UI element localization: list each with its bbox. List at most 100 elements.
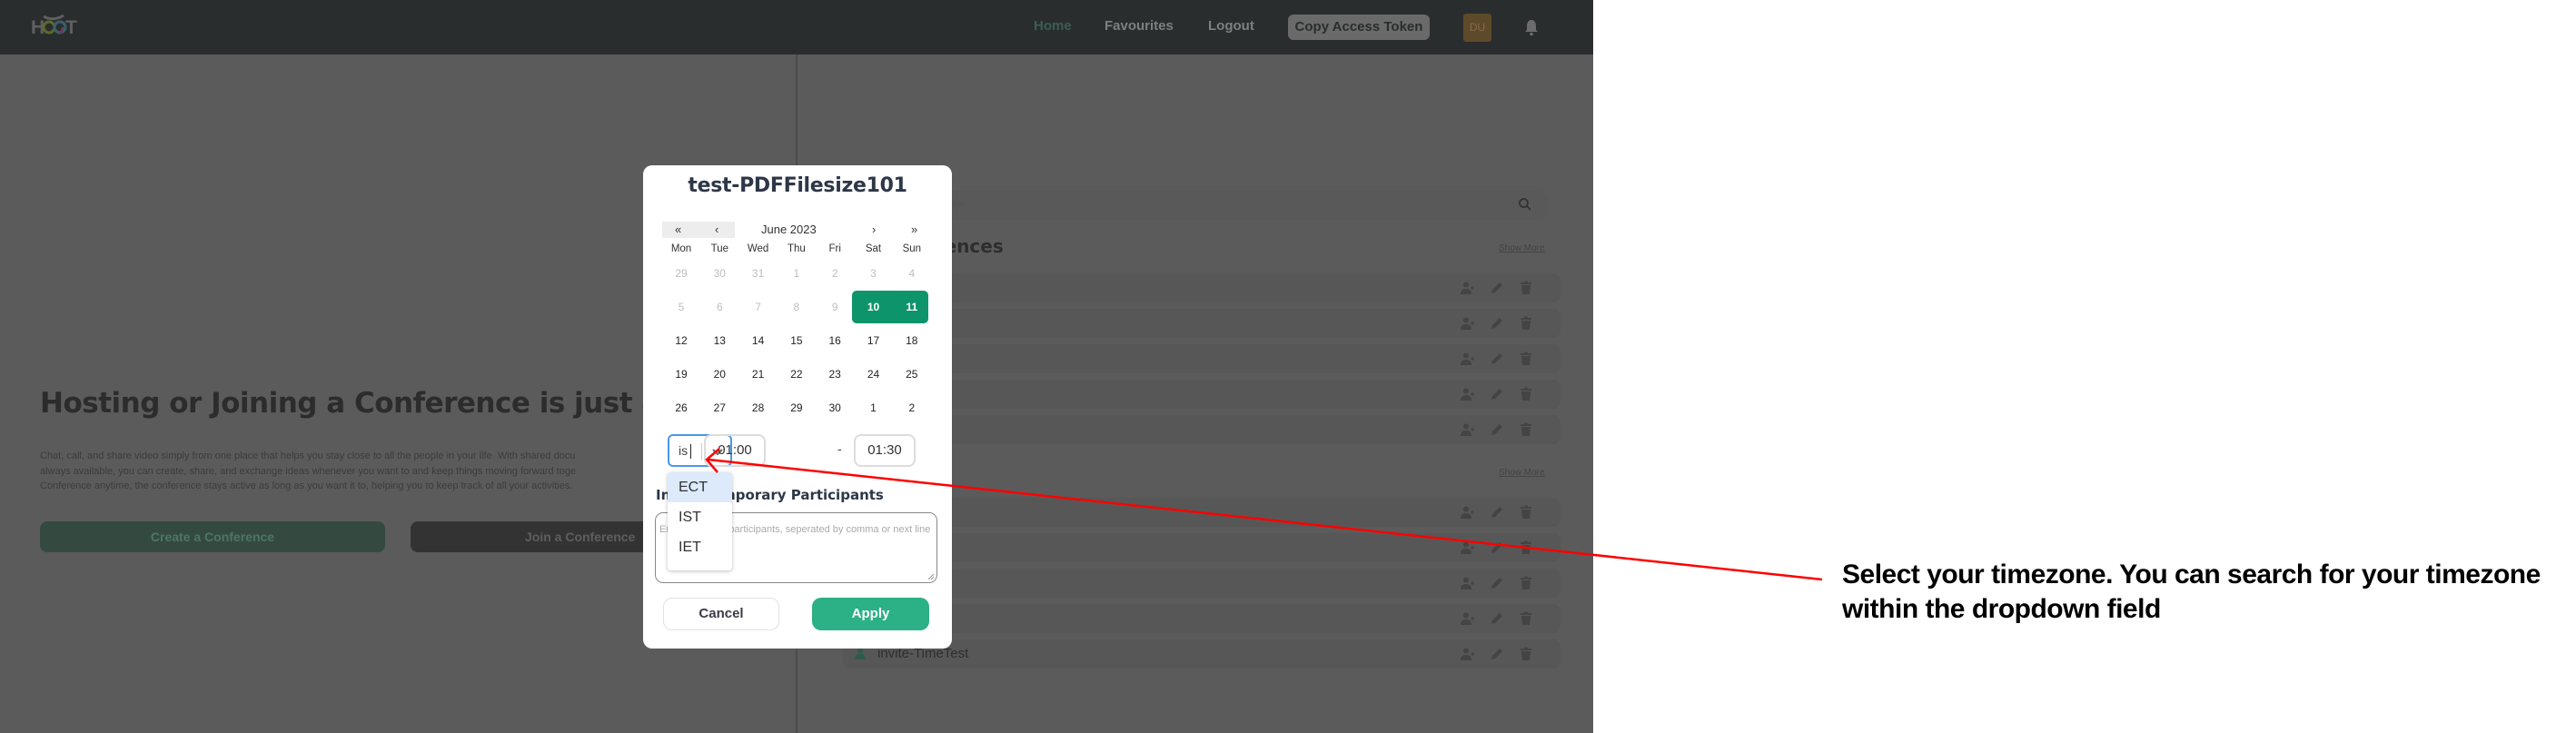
text-cursor	[690, 444, 691, 459]
start-time-value: 01:00	[718, 442, 752, 458]
calendar-day[interactable]: 17	[855, 334, 893, 347]
calendar-day[interactable]: 13	[700, 334, 738, 347]
apply-button[interactable]: Apply	[812, 598, 929, 630]
calendar-day: 30	[713, 267, 726, 280]
row-actions	[1461, 422, 1533, 437]
calendar-day[interactable]: 16	[816, 334, 854, 347]
trash-icon[interactable]	[1519, 647, 1533, 661]
add-user-icon[interactable]	[1461, 611, 1475, 626]
nav-home[interactable]: Home	[1034, 18, 1072, 34]
calendar-day-selected[interactable]: 11	[893, 301, 931, 313]
nav-favourites[interactable]: Favourites	[1105, 18, 1174, 34]
calendar-day[interactable]: 18	[893, 334, 931, 347]
bell-icon[interactable]	[1524, 18, 1539, 36]
calendar-day[interactable]: 20	[700, 368, 738, 381]
end-time-input[interactable]: 01:30	[854, 434, 916, 467]
add-user-icon[interactable]	[1461, 352, 1475, 366]
edit-pencil-icon[interactable]	[1490, 422, 1504, 437]
calendar-day[interactable]: 15	[778, 334, 816, 347]
timezone-option[interactable]: IET	[668, 532, 732, 562]
calendar-day: 9	[831, 301, 838, 313]
edit-pencil-icon[interactable]	[1490, 316, 1504, 331]
calendar-day[interactable]: 12	[662, 334, 700, 347]
trash-icon[interactable]	[1519, 540, 1533, 555]
trash-icon[interactable]	[1519, 505, 1533, 520]
navbar: H T Home Favourites Logout Copy Access T…	[0, 0, 1593, 54]
timezone-option[interactable]: ECT	[668, 472, 732, 502]
trash-icon[interactable]	[1519, 576, 1533, 590]
calendar-day[interactable]: 30	[816, 401, 854, 414]
calendar-day[interactable]: 25	[893, 368, 931, 381]
trash-icon[interactable]	[1519, 316, 1533, 331]
add-user-icon[interactable]	[1461, 422, 1475, 437]
calendar-day[interactable]: 24	[855, 368, 893, 381]
prev-month-button[interactable]: ‹	[715, 223, 718, 236]
add-user-icon[interactable]	[1461, 647, 1475, 661]
edit-pencil-icon[interactable]	[1490, 611, 1504, 626]
search-icon[interactable]	[1518, 197, 1532, 212]
calendar-day[interactable]: 26	[662, 401, 700, 414]
add-user-icon[interactable]	[1461, 505, 1475, 520]
edit-pencil-icon[interactable]	[1490, 647, 1504, 661]
calendar-day[interactable]: 21	[739, 368, 778, 381]
calendar-day: 31	[751, 267, 765, 280]
row-actions	[1461, 540, 1533, 555]
edit-pencil-icon[interactable]	[1490, 281, 1504, 295]
add-user-icon[interactable]	[1461, 316, 1475, 331]
calendar-day: 5	[678, 301, 685, 313]
add-user-icon[interactable]	[1461, 387, 1475, 401]
trash-icon[interactable]	[1519, 422, 1533, 437]
calendar-day[interactable]: 1	[855, 401, 893, 414]
add-user-icon[interactable]	[1461, 576, 1475, 590]
calendar-day[interactable]: 22	[778, 368, 816, 381]
show-more-link[interactable]: Show More	[1499, 243, 1545, 253]
timezone-option[interactable]: IST	[668, 502, 732, 532]
resize-handle-icon[interactable]	[927, 573, 935, 580]
edit-pencil-icon[interactable]	[1490, 352, 1504, 366]
trash-icon[interactable]	[1519, 352, 1533, 366]
add-user-icon[interactable]	[1461, 281, 1475, 295]
copy-access-token-button[interactable]: Copy Access Token	[1288, 15, 1430, 40]
calendar-day: 4	[908, 267, 916, 280]
calendar-day[interactable]: 28	[739, 401, 778, 414]
calendar-day[interactable]: 2	[893, 401, 931, 414]
cancel-button[interactable]: Cancel	[663, 598, 779, 630]
row-actions	[1461, 387, 1533, 401]
calendar-day: 6	[716, 301, 723, 313]
edit-pencil-icon[interactable]	[1490, 576, 1504, 590]
row-actions	[1461, 352, 1533, 366]
add-user-icon[interactable]	[1461, 540, 1475, 555]
trash-icon[interactable]	[1519, 611, 1533, 626]
prev-year-button[interactable]: «	[675, 223, 681, 236]
calendar-day[interactable]: 27	[700, 401, 738, 414]
next-year-button[interactable]: »	[911, 223, 917, 236]
calendar-day[interactable]: 29	[778, 401, 816, 414]
weekday-header: Sun	[902, 243, 922, 254]
calendar-day: 8	[793, 301, 800, 313]
edit-pencil-icon[interactable]	[1490, 387, 1504, 401]
calendar-day[interactable]: 14	[739, 334, 778, 347]
create-conference-button[interactable]: Create a Conference	[40, 521, 385, 552]
next-month-button[interactable]: ›	[872, 223, 876, 236]
user-avatar[interactable]: DU	[1463, 14, 1491, 42]
trash-icon[interactable]	[1519, 281, 1533, 295]
calendar-day: 7	[755, 301, 761, 313]
timezone-search-text[interactable]: is	[679, 443, 688, 458]
month-label[interactable]: June 2023	[761, 223, 817, 236]
calendar-nav-highlight	[662, 222, 735, 238]
start-time-input[interactable]: 01:00	[704, 434, 766, 467]
edit-pencil-icon[interactable]	[1490, 505, 1504, 520]
hero-line: Conference anytime, the conference stays…	[40, 480, 573, 491]
calendar-day: 29	[675, 267, 688, 280]
join-conference-button[interactable]: Join a Conference	[411, 521, 683, 552]
calendar-day[interactable]: 19	[662, 368, 700, 381]
calendar-day-selected[interactable]: 10	[855, 301, 893, 313]
screenshot-stage: H T Home Favourites Logout Copy Access T…	[0, 0, 2576, 733]
show-more-link[interactable]: Show More	[1499, 468, 1545, 478]
edit-pencil-icon[interactable]	[1490, 540, 1504, 555]
hoot-logo[interactable]: H T	[29, 13, 80, 38]
nav-logout[interactable]: Logout	[1208, 18, 1254, 34]
trash-icon[interactable]	[1519, 387, 1533, 401]
calendar-day[interactable]: 23	[816, 368, 854, 381]
hero-description: Chat, call, and share video simply from …	[40, 449, 667, 494]
